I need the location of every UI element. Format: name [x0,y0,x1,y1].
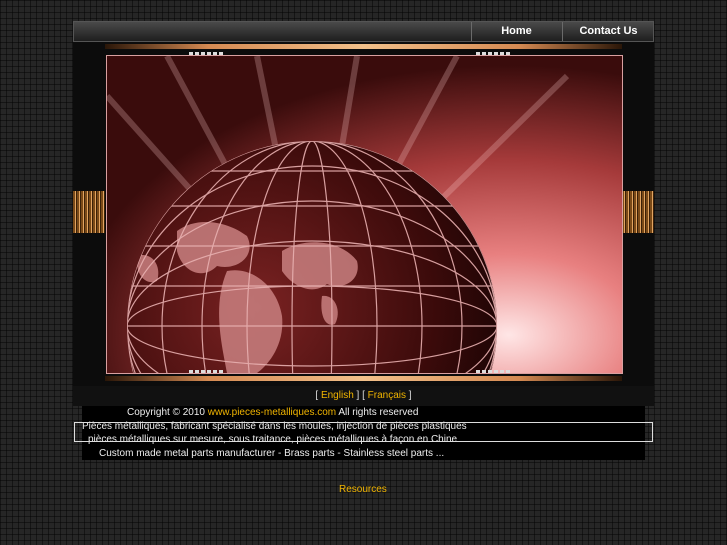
footer-info: Copyright © 2010 www.pieces-metalliques.… [82,406,645,460]
lang-bracket: ] [406,390,412,401]
copyright-suffix: All rights reserved [336,407,419,418]
language-selector: [ English ] [ Français ] [73,386,654,406]
hero-banner-globe-image [106,55,623,374]
copyright-line: Copyright © 2010 www.pieces-metalliques.… [127,406,418,419]
tick-decoration [476,370,510,373]
globe-illustration [107,56,622,373]
nav-home-button[interactable]: Home [471,22,561,41]
nav-contact-button[interactable]: Contact Us [562,22,654,41]
resources-link[interactable]: Resources [339,484,387,495]
left-side-grille [73,191,105,233]
main-frame: Home Contact Us [73,21,654,406]
top-copper-bar [105,44,622,49]
lang-english-link[interactable]: English [321,390,354,401]
copyright-prefix: Copyright © 2010 [127,407,208,418]
right-side-grille [622,191,654,233]
footer-text-en: Custom made metal parts manufacturer - B… [99,448,445,459]
site-link[interactable]: www.pieces-metalliques.com [208,407,336,418]
lang-separator: ] [ [353,390,368,401]
bottom-copper-bar [105,376,622,381]
footer-text-fr-2: pièces métalliques sur mesure, sous trai… [88,434,458,445]
tick-decoration [189,370,223,373]
footer-text-fr-1: Pièces métalliques, fabricant spécialisé… [82,421,467,432]
lang-french-link[interactable]: Français [368,390,406,401]
top-nav: Home Contact Us [73,21,654,42]
